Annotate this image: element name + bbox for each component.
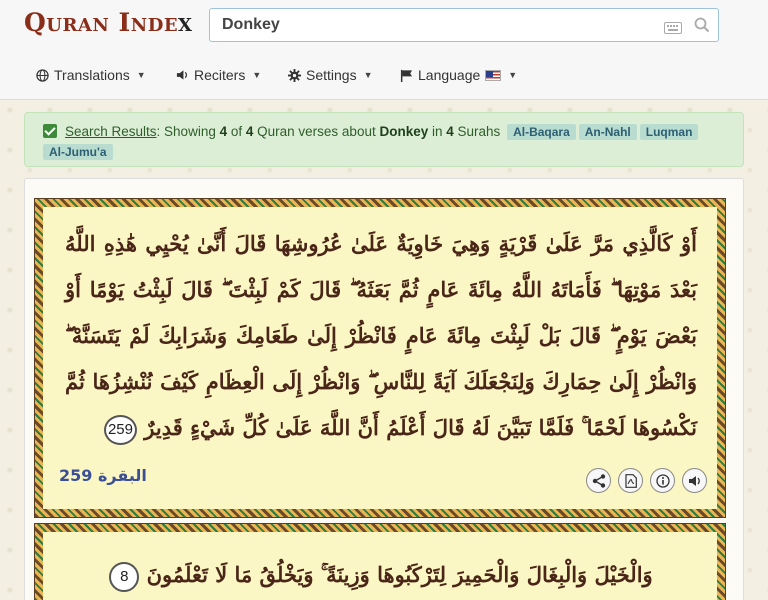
pdf-button[interactable]	[618, 468, 643, 493]
verse-card: أَوْ كَالَّذِي مَرَّ عَلَىٰ قَرْيَةٍ وَه…	[35, 199, 725, 517]
top-header: Quran Index Translations ▼ Reciters ▼	[0, 0, 768, 100]
verse-actions	[586, 468, 707, 493]
chevron-down-icon: ▼	[136, 70, 146, 80]
pdf-icon	[624, 473, 637, 488]
search-results-link[interactable]: Search Results	[65, 124, 157, 139]
info-button[interactable]	[650, 468, 675, 493]
nav-reciters-label: Reciters	[194, 67, 246, 83]
shown-count: 4	[219, 124, 228, 139]
nav-language-label: Language	[418, 67, 481, 83]
verse-reference[interactable]: البقرة 259	[59, 466, 147, 485]
check-icon	[43, 124, 57, 138]
surah-tag-al-jumua[interactable]: Al-Jumu'a	[43, 144, 113, 160]
chevron-down-icon: ▼	[363, 70, 373, 80]
search-icon[interactable]	[694, 17, 710, 37]
gear-icon	[288, 68, 301, 82]
globe-icon	[36, 68, 49, 82]
search-results-alert: Search Results: Showing 4 of 4 Quran ver…	[24, 112, 744, 167]
ayah-number: 259	[103, 414, 137, 445]
nav-translations[interactable]: Translations ▼	[36, 63, 146, 87]
ayah-number: 8	[109, 561, 140, 592]
nav-language[interactable]: Language ▼	[400, 63, 517, 87]
logo-text: Quran Inde	[24, 8, 179, 37]
alert-text-1: : Showing	[156, 124, 220, 139]
us-flag-icon	[485, 69, 502, 81]
nav-settings-label: Settings	[306, 67, 357, 83]
results-panel: أَوْ كَالَّذِي مَرَّ عَلَىٰ قَرْيَةٍ وَه…	[24, 178, 744, 600]
verse-text: وَالْخَيْلَ وَالْبِغَالَ وَالْحَمِيرَ لِ…	[43, 532, 717, 598]
flag-icon	[400, 69, 413, 82]
share-button[interactable]	[586, 468, 611, 493]
nav-settings[interactable]: Settings ▼	[288, 63, 373, 87]
chevron-down-icon: ▼	[508, 70, 518, 80]
surah-tag-an-nahl[interactable]: An-Nahl	[578, 124, 637, 140]
verse-text: أَوْ كَالَّذِي مَرَّ عَلَىٰ قَرْيَةٍ وَه…	[43, 207, 717, 451]
surah-tag-luqman[interactable]: Luqman	[639, 124, 699, 140]
alert-text-5: Surahs	[453, 124, 501, 139]
alert-text-4: in	[428, 124, 447, 139]
logo-x: x	[178, 8, 193, 37]
alert-text-2: of	[227, 124, 246, 139]
verse-arabic: أَوْ كَالَّذِي مَرَّ عَلَىٰ قَرْيَةٍ وَه…	[65, 231, 697, 440]
audio-icon	[688, 475, 700, 486]
surah-tag-al-baqara[interactable]: Al-Baqara	[507, 124, 576, 140]
keyboard-icon[interactable]	[664, 19, 682, 38]
nav-reciters[interactable]: Reciters ▼	[176, 63, 261, 87]
alert-text-3: Quran verses about	[253, 124, 380, 139]
speaker-icon	[176, 69, 189, 81]
search-input[interactable]	[210, 9, 650, 41]
site-logo[interactable]: Quran Index	[24, 8, 193, 37]
query-term: Donkey	[379, 124, 429, 139]
surah-count: 4	[446, 124, 454, 139]
verse-card: وَالْخَيْلَ وَالْبِغَالَ وَالْحَمِيرَ لِ…	[35, 524, 725, 600]
chevron-down-icon: ▼	[252, 70, 262, 80]
verse-arabic: وَالْخَيْلَ وَالْبِغَالَ وَالْحَمِيرَ لِ…	[146, 562, 653, 587]
audio-button[interactable]	[682, 468, 707, 493]
share-icon	[592, 473, 605, 488]
search-box	[209, 8, 719, 42]
nav-translations-label: Translations	[54, 67, 130, 83]
info-icon	[655, 473, 670, 488]
